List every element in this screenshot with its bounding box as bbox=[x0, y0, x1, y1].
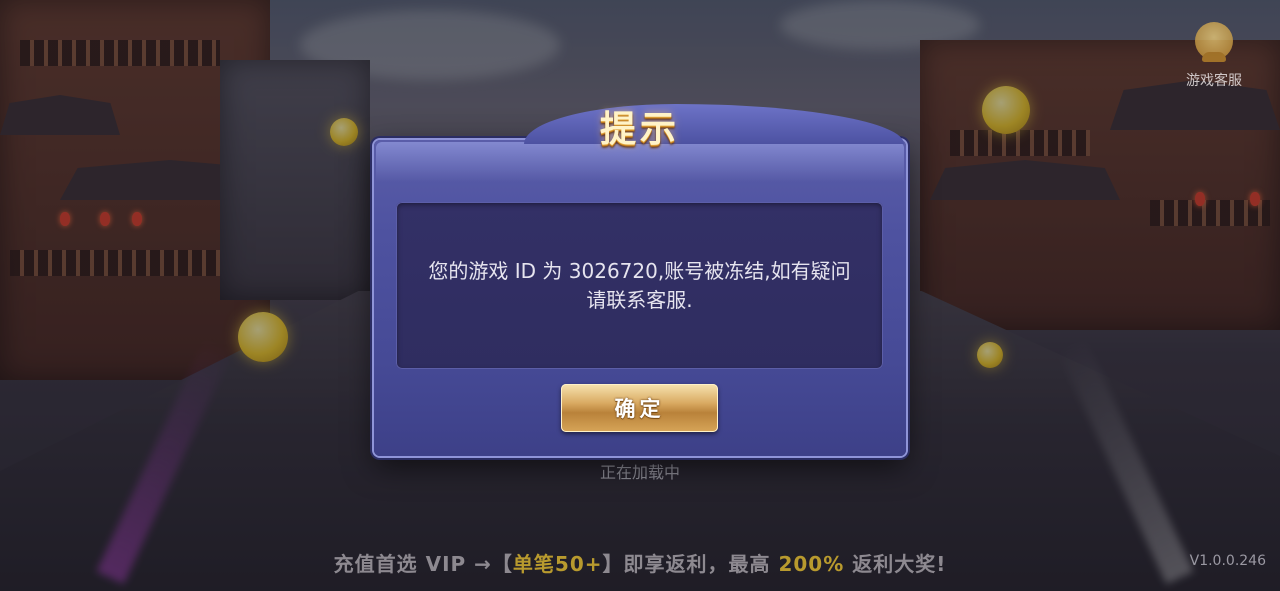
confirm-button[interactable]: 确定 bbox=[561, 384, 718, 432]
loading-text: 正在加载中 bbox=[599, 463, 680, 482]
dialog-message: 您的游戏 ID 为 3026720,账号被冻结,如有疑问 请联系客服. bbox=[405, 257, 875, 315]
promo-highlight-1: 单笔50+ bbox=[512, 552, 603, 576]
message-box: 您的游戏 ID 为 3026720,账号被冻结,如有疑问 请联系客服. bbox=[396, 202, 883, 369]
message-line-1: 您的游戏 ID 为 3026720,账号被冻结,如有疑问 bbox=[428, 258, 851, 283]
promo-text-1: 充值首选 VIP →【 bbox=[333, 552, 513, 576]
promo-highlight-2: 200% bbox=[778, 552, 845, 576]
dialog-title: 提示 bbox=[599, 108, 680, 150]
message-line-2: 请联系客服. bbox=[586, 287, 693, 312]
promo-text-3: 返利大奖! bbox=[852, 552, 947, 576]
confirm-button-label: 确定 bbox=[614, 397, 665, 421]
promo-text-2: 】即享返利，最高 bbox=[602, 552, 771, 576]
alert-dialog: 提示 您的游戏 ID 为 3026720,账号被冻结,如有疑问 请联系客服. 确… bbox=[374, 104, 906, 456]
customer-service-icon bbox=[1195, 22, 1233, 62]
customer-service-button[interactable]: 游戏客服 bbox=[1172, 22, 1256, 90]
version-label: V1.0.0.246 bbox=[1189, 553, 1266, 569]
promo-banner: 充值首选 VIP →【单笔50+】即享返利，最高 200% 返利大奖! bbox=[0, 548, 1280, 577]
customer-service-label: 游戏客服 bbox=[1186, 73, 1242, 89]
